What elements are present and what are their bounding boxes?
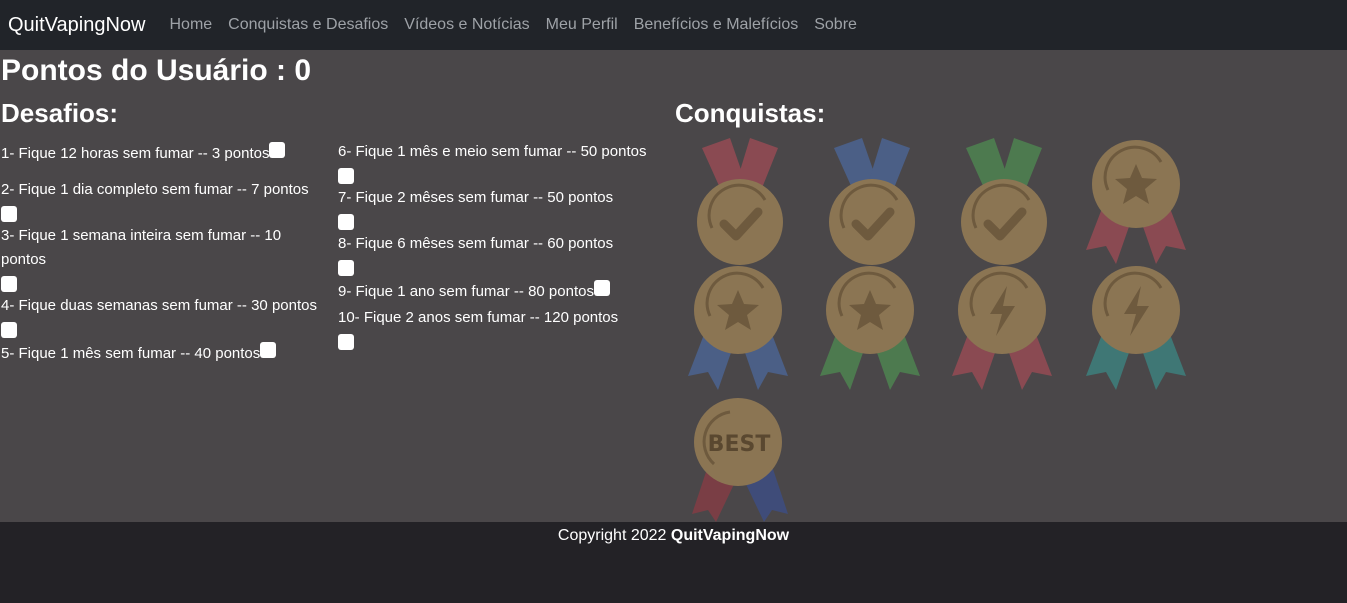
challenge-checkbox[interactable] xyxy=(260,342,277,358)
challenge-label: 1- Fique 12 horas sem fumar -- 3 pontos xyxy=(1,145,270,162)
challenge-item: 6- Fique 1 mês e meio sem fumar -- 50 po… xyxy=(338,140,658,184)
medal-check-red xyxy=(690,138,790,268)
challenges-title: Desafios: xyxy=(1,98,119,128)
challenge-checkbox[interactable] xyxy=(338,334,354,350)
challenge-item: 8- Fique 6 mêses sem fumar -- 60 pontos xyxy=(338,232,658,276)
medal-star-red-top xyxy=(1086,138,1186,268)
challenge-label: 9- Fique 1 ano sem fumar -- 80 pontos xyxy=(338,283,594,300)
nav-link-benefits[interactable]: Benefícios e Malefícios xyxy=(626,16,807,34)
challenge-checkbox[interactable] xyxy=(338,260,354,276)
nav-link-about[interactable]: Sobre xyxy=(806,16,865,34)
challenge-checkbox[interactable] xyxy=(338,214,354,230)
challenge-item: 4- Fique duas semanas sem fumar -- 30 po… xyxy=(1,294,321,338)
medal-star-blue xyxy=(688,264,788,394)
challenge-item: 7- Fique 2 mêses sem fumar -- 50 pontos xyxy=(338,186,658,230)
challenge-checkbox[interactable] xyxy=(1,206,17,222)
challenge-checkbox[interactable] xyxy=(1,276,17,292)
challenge-item: 3- Fique 1 semana inteira sem fumar -- 1… xyxy=(1,224,321,292)
challenge-item: 1- Fique 12 horas sem fumar -- 3 pontos xyxy=(1,140,321,166)
challenge-item: 10- Fique 2 anos sem fumar -- 120 pontos xyxy=(338,306,658,350)
nav-link-achievements[interactable]: Conquistas e Desafios xyxy=(220,16,396,34)
copyright-text: Copyright 2022 QuitVapingNow xyxy=(0,527,1347,545)
challenge-checkbox[interactable] xyxy=(1,322,17,338)
challenge-item: 5- Fique 1 mês sem fumar -- 40 pontos xyxy=(1,340,321,366)
footer-brand: QuitVapingNow xyxy=(670,527,790,544)
challenges-column-1: 1- Fique 12 horas sem fumar -- 3 pontos … xyxy=(1,140,321,368)
nav-link-videos[interactable]: Vídeos e Notícias xyxy=(396,16,537,34)
medal-star-green xyxy=(820,264,920,394)
challenge-label: 4- Fique duas semanas sem fumar -- 30 po… xyxy=(1,297,317,314)
navbar: QuitVapingNow Home Conquistas e Desafios… xyxy=(0,0,1347,50)
main-content: Pontos do Usuário : 0 Desafios: Conquist… xyxy=(0,50,1347,522)
nav-link-profile[interactable]: Meu Perfil xyxy=(538,16,626,34)
brand-link[interactable]: QuitVapingNow xyxy=(0,14,145,37)
challenge-item: 2- Fique 1 dia completo sem fumar -- 7 p… xyxy=(1,178,321,222)
user-points-title: Pontos do Usuário : 0 xyxy=(1,54,312,87)
challenge-checkbox[interactable] xyxy=(269,142,286,158)
challenge-label: 8- Fique 6 mêses sem fumar -- 60 pontos xyxy=(338,235,614,252)
best-icon-text: BEST xyxy=(708,432,771,457)
challenge-item: 9- Fique 1 ano sem fumar -- 80 pontos xyxy=(338,278,658,304)
challenge-label: 5- Fique 1 mês sem fumar -- 40 pontos xyxy=(1,345,261,362)
nav-link-home[interactable]: Home xyxy=(161,16,220,34)
challenge-label: 7- Fique 2 mêses sem fumar -- 50 pontos xyxy=(338,189,614,206)
copyright-prefix: Copyright 2022 xyxy=(557,527,667,544)
challenge-label: 6- Fique 1 mês e meio sem fumar -- 50 po… xyxy=(338,143,647,160)
medal-bolt-teal xyxy=(1086,264,1186,394)
challenge-label: 10- Fique 2 anos sem fumar -- 120 pontos xyxy=(338,309,619,326)
medal-bolt-red xyxy=(952,264,1052,394)
challenges-column-2: 6- Fique 1 mês e meio sem fumar -- 50 po… xyxy=(338,140,658,352)
medal-check-green xyxy=(954,138,1054,268)
medal-check-blue xyxy=(822,138,922,268)
challenge-label: 2- Fique 1 dia completo sem fumar -- 7 p… xyxy=(1,181,309,198)
footer: Copyright 2022 QuitVapingNow xyxy=(0,522,1347,603)
challenge-checkbox[interactable] xyxy=(593,280,610,296)
challenge-checkbox[interactable] xyxy=(338,168,354,184)
achievements-title: Conquistas: xyxy=(675,98,826,128)
challenge-label: 3- Fique 1 semana inteira sem fumar -- 1… xyxy=(1,227,282,268)
medal-best: BEST xyxy=(690,396,790,526)
